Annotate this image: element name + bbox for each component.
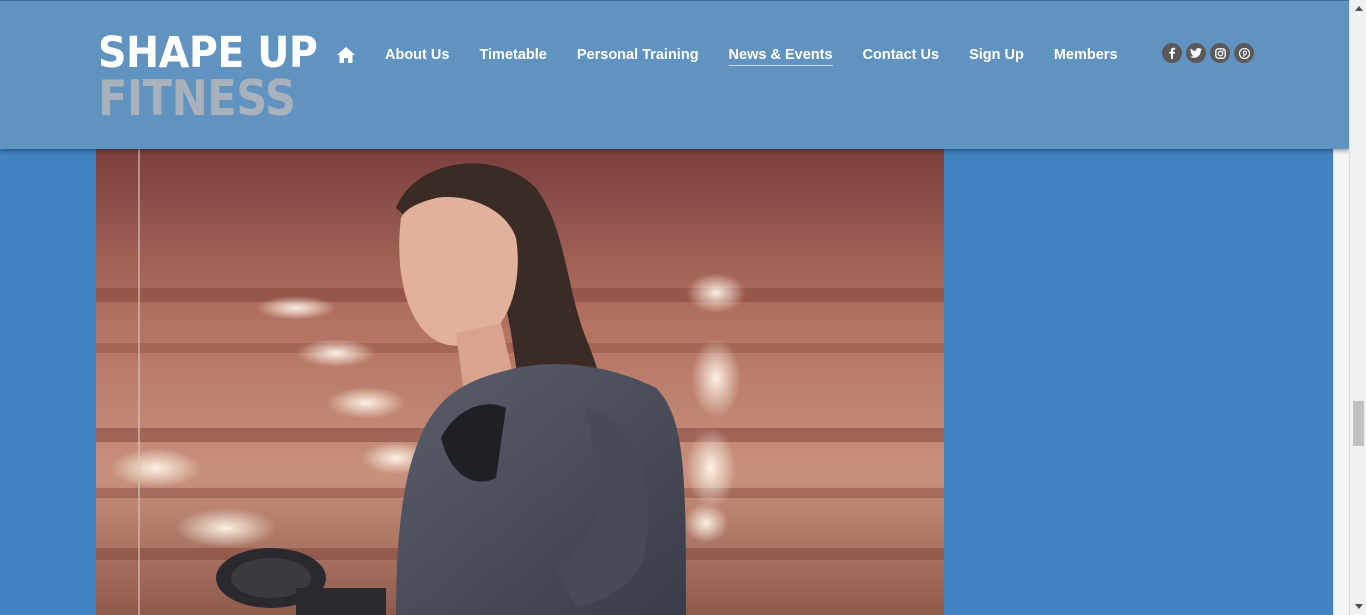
social-links (1162, 43, 1258, 63)
logo-text-secondary: FITNESS (98, 70, 296, 127)
site-header: SHAPE UP FITNESS About Us Timetable Pers… (0, 0, 1349, 149)
nav-item-contact-us[interactable]: Contact Us (863, 47, 940, 65)
scroll-down-button[interactable] (1350, 598, 1366, 615)
instagram-icon[interactable] (1210, 43, 1230, 63)
hero-image (96, 148, 944, 615)
main-navigation: About Us Timetable Personal Training New… (336, 43, 1148, 67)
twitter-icon[interactable] (1186, 43, 1206, 63)
scrollbar-thumb[interactable] (1353, 401, 1364, 446)
page-edge (1333, 148, 1350, 615)
nav-item-news-events[interactable]: News & Events (728, 47, 833, 66)
facebook-icon[interactable] (1162, 43, 1182, 63)
vertical-scrollbar[interactable] (1349, 0, 1366, 615)
nav-item-sign-up[interactable]: Sign Up (969, 47, 1024, 65)
nav-item-timetable[interactable]: Timetable (479, 47, 546, 65)
home-icon[interactable] (336, 46, 356, 64)
nav-item-personal-training[interactable]: Personal Training (577, 47, 699, 65)
scroll-up-button[interactable] (1350, 0, 1366, 17)
logo-text-primary: SHAPE UP (98, 28, 318, 78)
site-logo[interactable]: SHAPE UP FITNESS (98, 31, 337, 123)
nav-item-about-us[interactable]: About Us (385, 47, 449, 65)
nav-item-members[interactable]: Members (1054, 47, 1118, 65)
hero-photo (96, 148, 944, 615)
pinterest-icon[interactable] (1234, 43, 1254, 63)
